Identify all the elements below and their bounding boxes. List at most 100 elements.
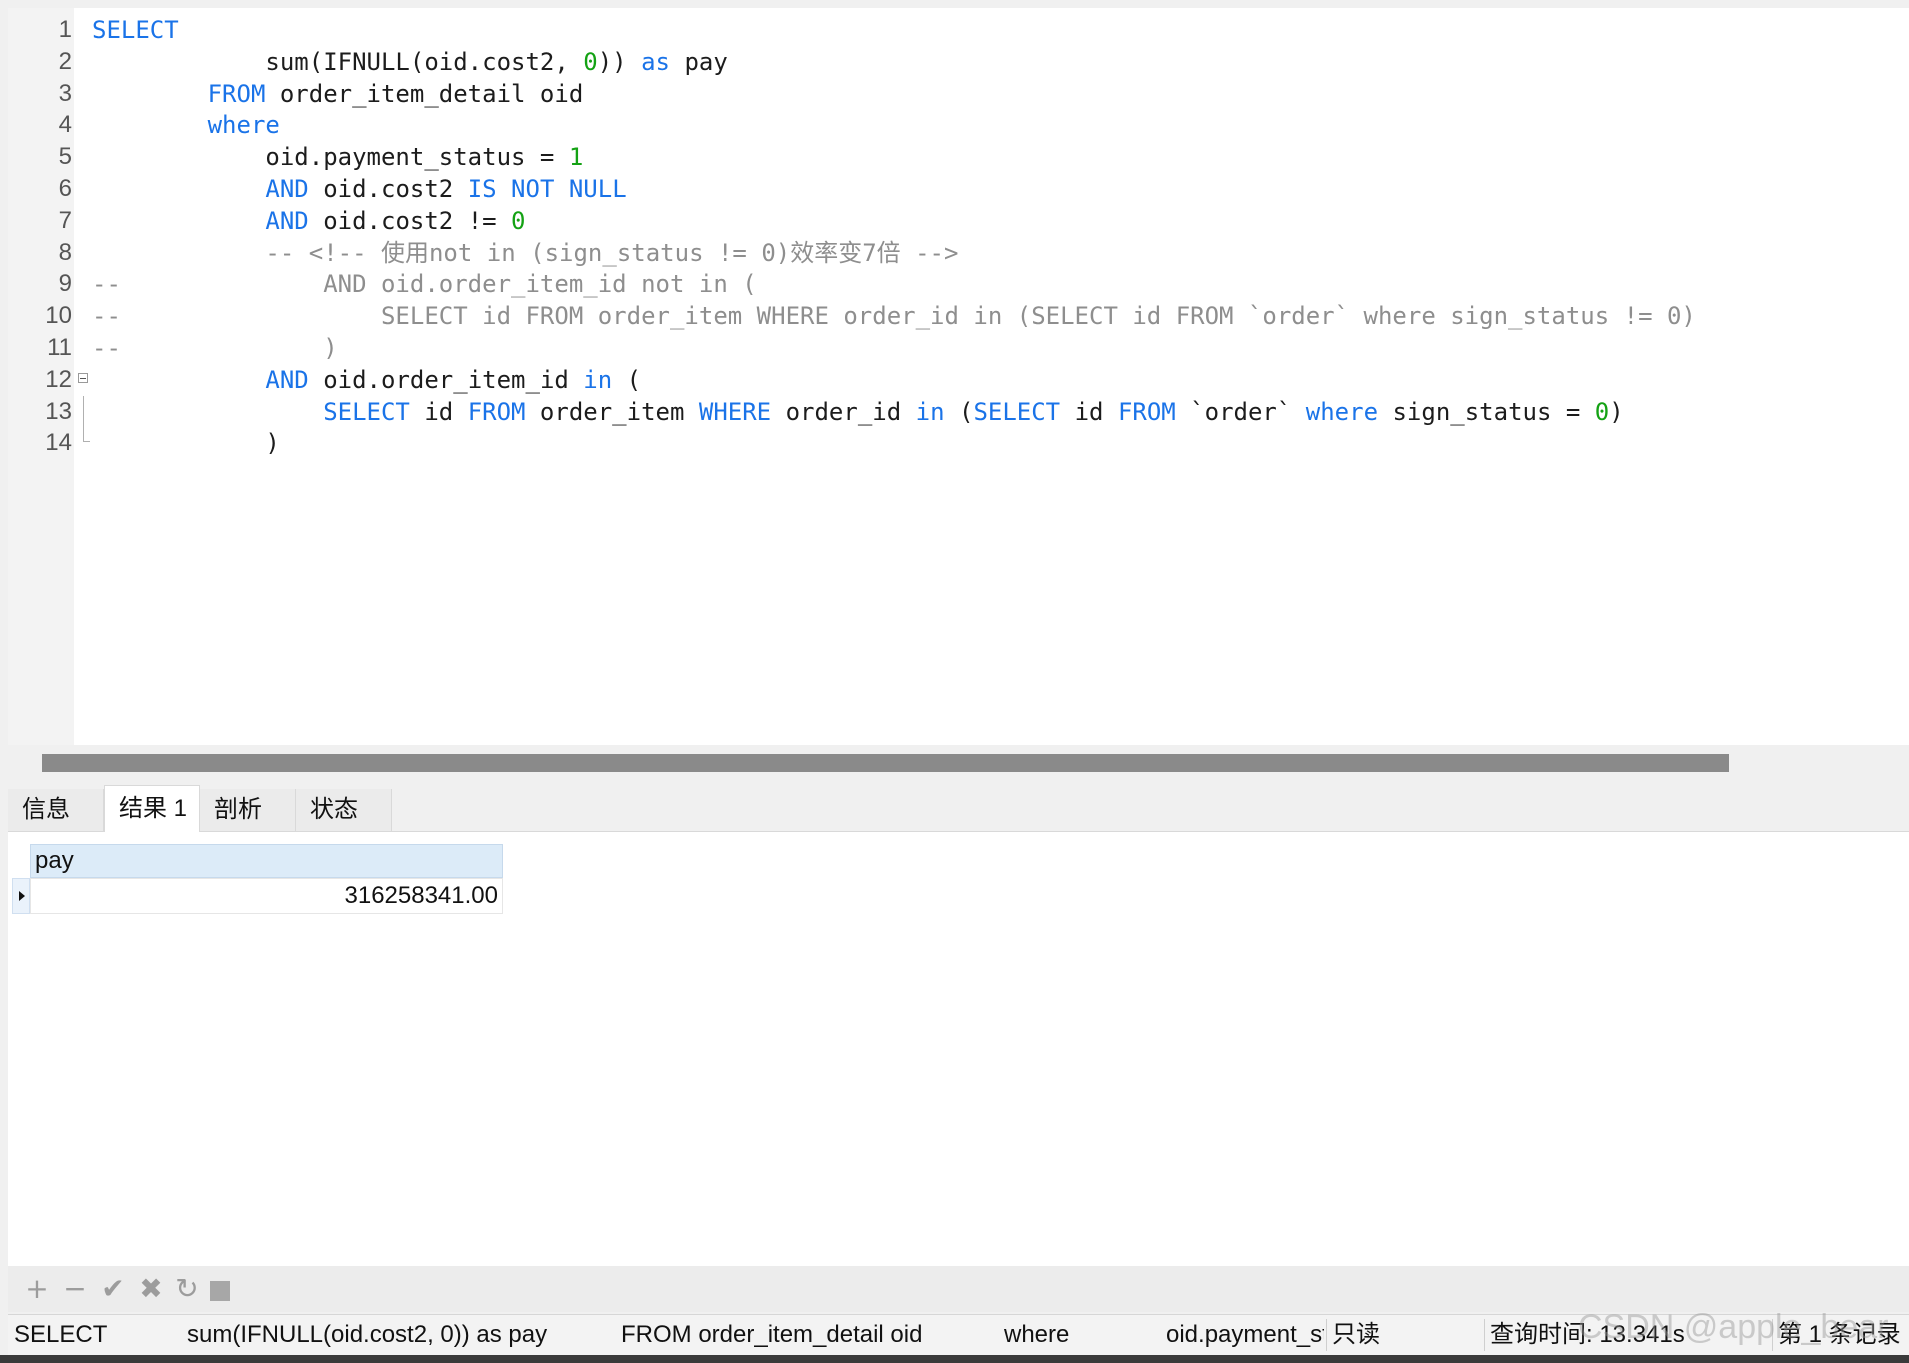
line-number: 3 bbox=[58, 79, 72, 107]
code-token: ( bbox=[944, 397, 974, 426]
scrollbar-thumb[interactable] bbox=[42, 754, 1729, 772]
code-line[interactable]: 2 sum(IFNULL(oid.cost2, 0)) as pay bbox=[8, 46, 1909, 78]
window-bottom-edge bbox=[0, 1355, 1909, 1363]
code-text: SELECT bbox=[92, 14, 179, 46]
row-selector[interactable] bbox=[12, 878, 30, 914]
code-token: 0 bbox=[511, 206, 526, 235]
code-line[interactable]: 6 AND oid.cost2 IS NOT NULL bbox=[8, 173, 1909, 205]
code-text: -- <!-- 使用not in (sign_status != 0)效率变7倍… bbox=[265, 237, 958, 269]
code-token: AND bbox=[265, 365, 309, 394]
code-text: -- AND oid.order_item_id not in ( bbox=[92, 268, 757, 300]
code-token: where bbox=[207, 111, 280, 140]
minus-icon[interactable]: − bbox=[60, 1274, 90, 1304]
refresh-icon[interactable]: ↻ bbox=[172, 1274, 202, 1304]
code-token: 0 bbox=[583, 47, 598, 76]
code-text: -- ) bbox=[92, 332, 338, 364]
line-number: 14 bbox=[45, 429, 72, 457]
code-token: SELECT bbox=[973, 397, 1061, 426]
result-grid[interactable]: pay 316258341.00 bbox=[8, 832, 1909, 1266]
stop-icon[interactable] bbox=[210, 1281, 230, 1301]
code-line[interactable]: 4 where bbox=[8, 109, 1909, 141]
code-token: -- ) bbox=[92, 334, 338, 362]
code-line[interactable]: 5 oid.payment_status = 1 bbox=[8, 141, 1909, 173]
code-token: SELECT bbox=[323, 397, 410, 426]
status-sql-segment-4: where bbox=[1004, 1321, 1070, 1348]
table-cell-pay[interactable]: 316258341.00 bbox=[30, 878, 503, 914]
line-number: 9 bbox=[58, 270, 72, 298]
code-token: id bbox=[409, 397, 468, 426]
tab-profile[interactable]: 剖析 bbox=[200, 789, 296, 831]
code-token: oid.cost2 bbox=[308, 175, 468, 203]
line-number: 2 bbox=[58, 47, 72, 75]
code-token: order_id bbox=[771, 397, 916, 426]
fold-end-guide bbox=[83, 427, 90, 443]
code-text: oid.payment_status = 1 bbox=[265, 141, 583, 173]
code-text: ) bbox=[265, 427, 279, 459]
code-line[interactable]: 3 FROM order_item_detail oid bbox=[8, 78, 1909, 110]
code-line[interactable]: 14) bbox=[8, 427, 1909, 459]
code-line[interactable]: 9 -- AND oid.order_item_id not in ( bbox=[8, 268, 1909, 300]
code-token: FROM bbox=[1117, 397, 1176, 426]
code-line[interactable]: 1 SELECT bbox=[8, 14, 1909, 46]
code-token: 0 bbox=[1594, 397, 1610, 426]
code-token: sum(IFNULL(oid.cost2, bbox=[265, 47, 584, 76]
line-number: 6 bbox=[58, 175, 72, 202]
status-sql-segment-1: SELECT bbox=[14, 1321, 108, 1348]
code-token: `order` bbox=[1175, 397, 1306, 426]
line-number: 4 bbox=[58, 111, 72, 139]
code-text: FROM order_item_detail oid bbox=[208, 78, 584, 110]
code-token: IS NOT NULL bbox=[467, 175, 627, 203]
code-token: -- AND oid.order_item_id not in ( bbox=[92, 270, 757, 299]
code-token: -- SELECT id FROM order_item WHERE order… bbox=[92, 302, 1696, 331]
column-header-pay[interactable]: pay bbox=[30, 844, 503, 878]
code-line[interactable]: 13 SELECT id FROM order_item WHERE order_… bbox=[8, 395, 1909, 428]
code-token: SELECT bbox=[92, 16, 179, 44]
code-token: -- <!-- 使用not in (sign_status != 0)效率变7倍… bbox=[265, 238, 959, 267]
code-line[interactable]: 8 -- <!-- 使用not in (sign_status != 0)效率变7… bbox=[8, 237, 1909, 269]
tab-info[interactable]: 信息 bbox=[8, 789, 104, 831]
code-line[interactable]: 12 AND oid.order_item_id in ( bbox=[8, 364, 1909, 396]
code-token: where bbox=[1305, 397, 1379, 426]
code-token: ( bbox=[612, 365, 642, 394]
fold-toggle-icon[interactable] bbox=[78, 372, 88, 383]
tab-result-1[interactable]: 结果 1 bbox=[104, 785, 200, 832]
line-number: 7 bbox=[58, 206, 72, 234]
code-token: order_item bbox=[525, 397, 699, 426]
fold-guide bbox=[83, 395, 84, 428]
watermark: CSDN @apple_bear bbox=[1578, 1308, 1889, 1346]
sql-editor[interactable]: 1 SELECT 2 sum(IFNULL(oid.cost2, 0)) as pay… bbox=[8, 8, 1909, 745]
code-token: FROM bbox=[207, 79, 266, 108]
code-token: pay bbox=[670, 47, 728, 76]
code-token: ) bbox=[1609, 397, 1624, 426]
code-token: order_item_detail oid bbox=[265, 79, 584, 108]
status-sql-segment-2: sum(IFNULL(oid.cost2, 0)) as pay bbox=[187, 1321, 548, 1348]
line-number: 1 bbox=[58, 16, 72, 43]
code-token: )) bbox=[597, 47, 642, 76]
line-number: 11 bbox=[47, 334, 72, 361]
code-text: AND oid.cost2 != 0 bbox=[265, 205, 525, 237]
plus-icon[interactable]: + bbox=[22, 1274, 52, 1304]
grid-toolbar: + − ✔ ✖ ↻ bbox=[8, 1266, 1909, 1312]
editor-horizontal-scrollbar[interactable] bbox=[8, 752, 1909, 772]
code-token: as bbox=[641, 47, 670, 76]
code-token: FROM bbox=[467, 397, 526, 426]
status-sql-segment-3: FROM order_item_detail oid bbox=[621, 1321, 923, 1348]
code-token: sign_status = bbox=[1378, 397, 1595, 426]
cross-icon[interactable]: ✖ bbox=[136, 1274, 166, 1304]
code-text: -- SELECT id FROM order_item WHERE order… bbox=[92, 300, 1696, 332]
result-tabs: 信息 结果 1 剖析 状态 bbox=[8, 785, 1909, 832]
code-token: oid.cost2 != bbox=[308, 206, 512, 235]
code-token: 1 bbox=[568, 143, 584, 172]
code-token: WHERE bbox=[698, 397, 772, 426]
code-line[interactable]: 10 -- SELECT id FROM order_item WHERE ord… bbox=[8, 300, 1909, 332]
line-number: 12 bbox=[45, 365, 72, 393]
code-line[interactable]: 11 -- ) bbox=[8, 332, 1909, 364]
code-line[interactable]: 7 AND oid.cost2 != 0 bbox=[8, 205, 1909, 237]
code-token: id bbox=[1060, 397, 1118, 426]
tab-status[interactable]: 状态 bbox=[296, 789, 392, 831]
code-text: sum(IFNULL(oid.cost2, 0)) as pay bbox=[265, 46, 727, 78]
check-icon[interactable]: ✔ bbox=[98, 1274, 128, 1304]
code-token: AND bbox=[265, 206, 309, 235]
code-token: oid.payment_status = bbox=[265, 143, 569, 172]
line-number: 5 bbox=[58, 143, 72, 171]
